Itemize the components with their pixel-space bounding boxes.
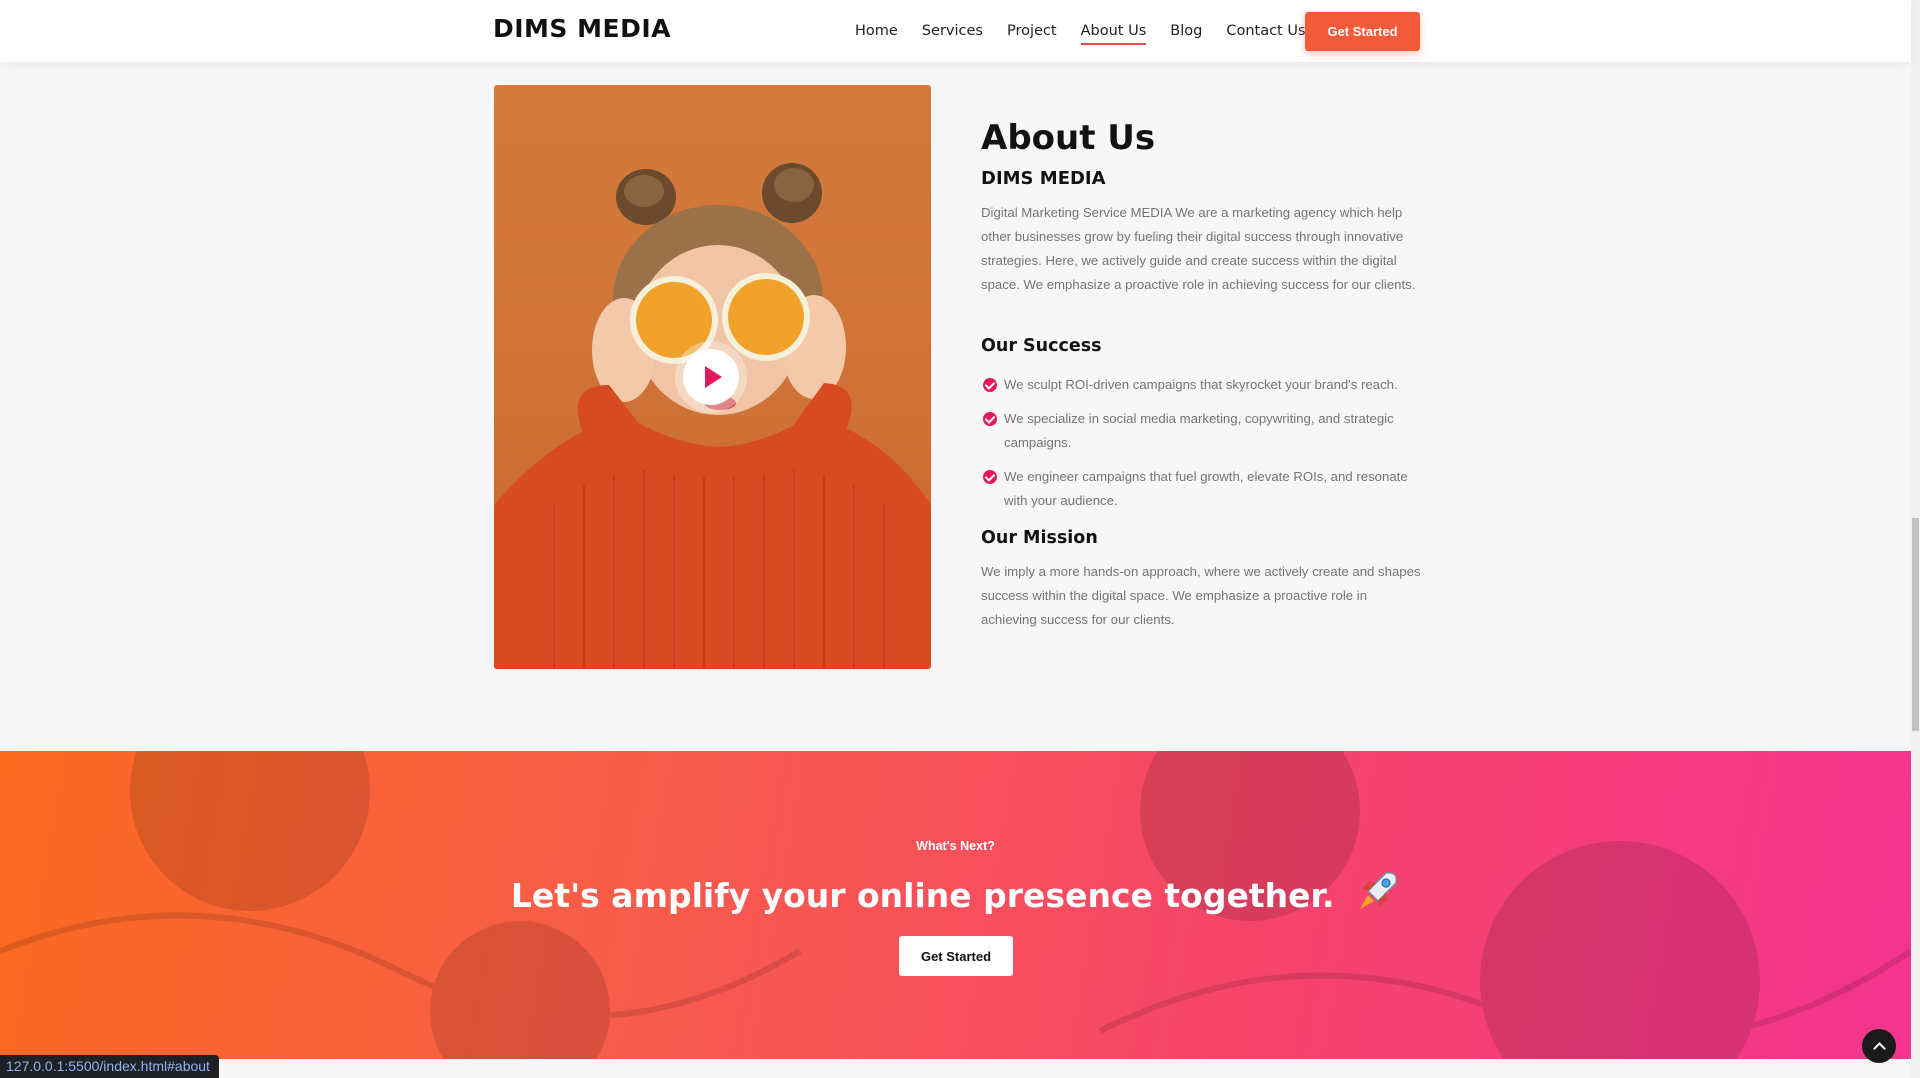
- about-description: Digital Marketing Service MEDIA We are a…: [981, 205, 1416, 292]
- main-nav: Home Services Project About Us Blog Cont…: [855, 0, 1330, 62]
- play-icon: [705, 366, 722, 388]
- nav-home[interactable]: Home: [855, 17, 898, 45]
- back-to-top-button[interactable]: [1862, 1029, 1896, 1063]
- success-item-text: We sculpt ROI-driven campaigns that skyr…: [1004, 377, 1398, 392]
- rocket-icon: [1356, 869, 1400, 921]
- success-item-text: We specialize in social media marketing,…: [1004, 411, 1394, 450]
- nav-about-us[interactable]: About Us: [1080, 17, 1146, 45]
- nav-blog[interactable]: Blog: [1170, 17, 1202, 45]
- success-heading: Our Success: [981, 336, 1102, 356]
- site-logo[interactable]: DIMS MEDIA: [493, 14, 671, 43]
- cta-title: Let's amplify your online presence toget…: [0, 869, 1911, 921]
- nav-project[interactable]: Project: [1007, 17, 1057, 45]
- check-circle-icon: [983, 470, 997, 484]
- success-item: We engineer campaigns that fuel growth, …: [981, 465, 1421, 513]
- header-get-started-button[interactable]: Get Started: [1305, 12, 1420, 51]
- nav-services[interactable]: Services: [922, 17, 983, 45]
- success-list: We sculpt ROI-driven campaigns that skyr…: [981, 373, 1421, 523]
- success-item: We sculpt ROI-driven campaigns that skyr…: [981, 373, 1421, 397]
- about-subtitle: DIMS MEDIA: [981, 168, 1106, 189]
- nav-contact-us[interactable]: Contact Us: [1226, 17, 1305, 45]
- success-item: We specialize in social media marketing,…: [981, 407, 1421, 455]
- cta-get-started-button[interactable]: Get Started: [899, 936, 1013, 976]
- play-video-button[interactable]: [683, 349, 739, 405]
- mission-heading: Our Mission: [981, 528, 1098, 548]
- success-item-text: We engineer campaigns that fuel growth, …: [1004, 469, 1408, 508]
- check-circle-icon: [983, 412, 997, 426]
- mission-description: We imply a more hands-on approach, where…: [981, 564, 1421, 627]
- cta-eyebrow: What's Next?: [916, 839, 995, 853]
- site-header: DIMS MEDIA Home Services Project About U…: [0, 0, 1911, 62]
- cta-title-text: Let's amplify your online presence toget…: [510, 876, 1335, 915]
- link-preview-status: 127.0.0.1:5500/index.html#about: [0, 1055, 219, 1078]
- page-scrollbar-thumb[interactable]: [1912, 518, 1919, 731]
- cta-section: What's Next? Let's amplify your online p…: [0, 751, 1911, 1059]
- about-title: About Us: [981, 118, 1156, 158]
- check-circle-icon: [983, 378, 997, 392]
